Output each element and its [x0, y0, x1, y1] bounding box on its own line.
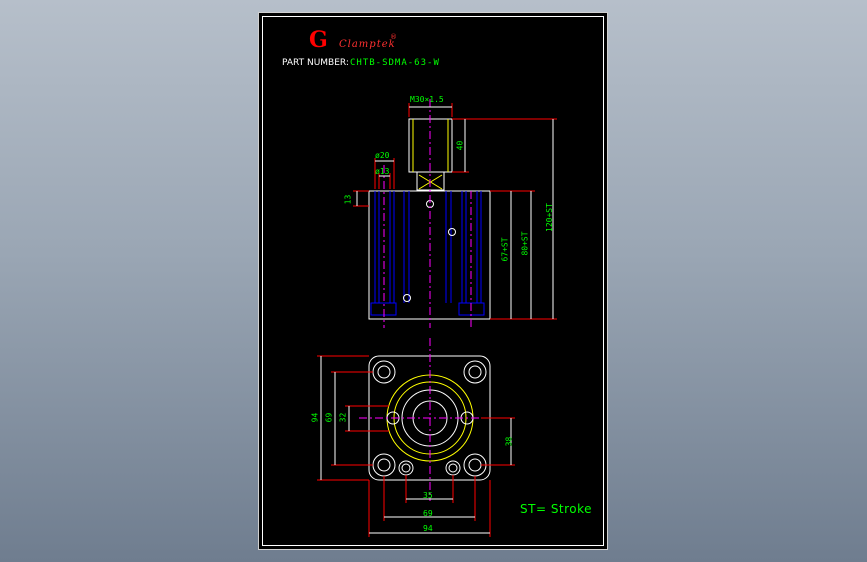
dim-thread: M30×1.5 — [410, 95, 444, 104]
dim-w-outer: 94 — [423, 524, 433, 533]
dim-h5: 120+ST — [544, 203, 554, 232]
dim-v-mid: 69 — [324, 412, 334, 423]
dim-w-inner: 35 — [423, 491, 433, 500]
hidden-lines — [370, 191, 485, 316]
stroke-legend: ST= Stroke — [520, 502, 593, 516]
bottom-dimension-lines — [320, 356, 512, 534]
dim-d2: ø13 — [375, 167, 390, 176]
dim-h3: 67+ST — [500, 237, 510, 262]
cad-drawing — [317, 99, 557, 537]
bottom-view — [317, 338, 515, 537]
drawing-sheet: G Clamptek ® PART NUMBER: CHTB-SDMA-63-W — [258, 12, 608, 550]
dim-v-outer: 94 — [310, 412, 320, 423]
dim-h1: 13 — [343, 194, 353, 205]
dim-w-mid: 69 — [423, 509, 433, 518]
dim-d1: ø20 — [375, 151, 390, 160]
extension-lines — [353, 103, 557, 320]
bottom-extension-lines — [317, 355, 515, 537]
side-view — [353, 99, 557, 328]
dim-h2: 40 — [455, 140, 465, 151]
centerlines — [383, 99, 472, 328]
dimension-lines — [356, 106, 554, 319]
dim-v-right: 38 — [504, 436, 514, 447]
dim-h4: 80+ST — [520, 231, 530, 256]
dim-v-inner: 32 — [338, 412, 348, 423]
